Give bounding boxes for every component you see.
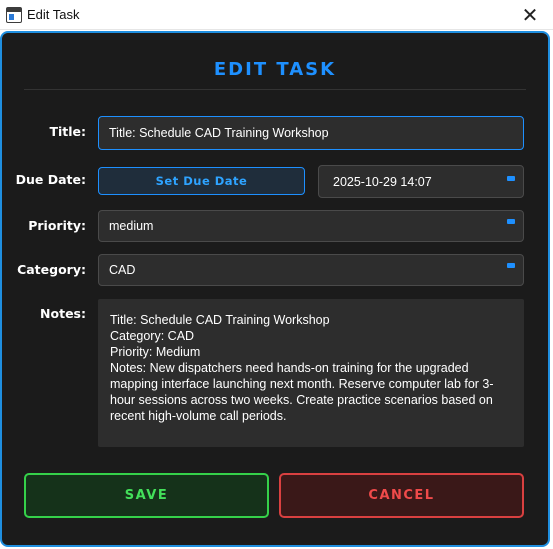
dialog-heading: EDIT TASK: [213, 59, 337, 80]
set-due-date-button[interactable]: Set Due Date: [98, 167, 305, 195]
edit-task-dialog: EDIT TASK Title: Title: Schedule CAD Tra…: [0, 31, 550, 547]
window-title: Edit Task: [27, 7, 80, 22]
close-icon[interactable]: ✕: [507, 0, 553, 30]
window-app-icon: [6, 7, 22, 23]
priority-select[interactable]: medium: [98, 210, 524, 242]
window-titlebar: Edit Task ✕: [0, 0, 553, 30]
category-dropdown-icon: [507, 263, 515, 268]
notes-label: Notes:: [40, 306, 86, 321]
cancel-button[interactable]: CANCEL: [279, 473, 524, 518]
category-value: CAD: [109, 263, 136, 277]
due-date-select[interactable]: 2025-10-29 14:07: [318, 165, 524, 198]
category-label: Category:: [17, 262, 86, 277]
priority-value: medium: [109, 219, 154, 233]
due-date-label: Due Date:: [15, 172, 86, 187]
title-input[interactable]: Title: Schedule CAD Training Workshop: [98, 116, 524, 150]
save-button[interactable]: SAVE: [24, 473, 269, 518]
priority-label: Priority:: [28, 218, 86, 233]
due-date-dropdown-icon: [507, 176, 515, 181]
heading-divider: [24, 89, 526, 90]
title-label: Title:: [49, 124, 86, 139]
category-select[interactable]: CAD: [98, 254, 524, 286]
due-date-value: 2025-10-29 14:07: [333, 174, 432, 189]
notes-textarea[interactable]: Title: Schedule CAD Training Workshop Ca…: [98, 299, 524, 447]
priority-dropdown-icon: [507, 219, 515, 224]
